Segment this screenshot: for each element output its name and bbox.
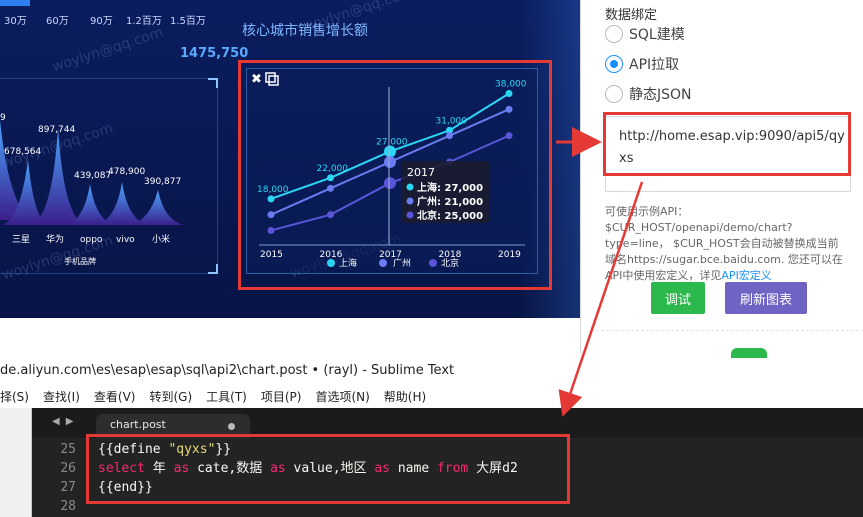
highlight-box-code (86, 434, 570, 504)
radio-static-json[interactable]: 静态JSON (605, 84, 692, 104)
radio-api[interactable]: API拉取 (605, 54, 679, 74)
brand-xlabel: 手机品牌 (64, 256, 96, 266)
api-macro-link[interactable]: API宏定义 (721, 269, 771, 282)
line-number: 28 (60, 499, 76, 514)
data-binding-title: 数据绑定 (605, 8, 658, 23)
menu-item-goto[interactable]: 转到(G) (149, 388, 192, 405)
brand-value: 678,564 (4, 147, 41, 157)
brand-category: 华为 (46, 233, 64, 245)
brand-value: 390,877 (144, 177, 181, 187)
top-value: 1475,750 (180, 46, 249, 61)
top-axis-bar (0, 0, 30, 6)
line-number: 27 (60, 480, 76, 495)
debug-button[interactable]: 调试 (651, 282, 705, 314)
tab-label[interactable]: chart.post (110, 418, 166, 431)
settings-panel: 数据绑定 SQL建模 API拉取 静态JSON http://home.esap… (580, 0, 863, 358)
sidebar-strip (0, 408, 32, 517)
brand-category: 小米 (152, 233, 170, 245)
brand-value: 478,900 (108, 167, 145, 177)
radio-label: API拉取 (629, 57, 680, 73)
brand-chart: 9 897,744 678,564 439,087 478,900 390,87… (0, 113, 184, 266)
radio-circle[interactable] (605, 55, 623, 73)
top-axis-tick: 90万 (90, 16, 113, 27)
growth-chart-title: 核心城市销售增长额 (242, 23, 368, 39)
sublime-window-title: de.aliyun.com\es\esap\esap\sql\api2\char… (0, 358, 863, 384)
radio-circle[interactable] (605, 25, 623, 43)
brand-value: 9 (0, 113, 6, 123)
menu-item-project[interactable]: 项目(P) (261, 388, 302, 405)
line-number: 26 (60, 461, 76, 476)
tab-nav-arrows-icon[interactable]: ◀▶ (52, 416, 79, 427)
peak (130, 190, 184, 225)
brand-value: 439,087 (74, 171, 111, 181)
radio-circle[interactable] (605, 85, 623, 103)
refresh-chart-button[interactable]: 刷新图表 (725, 282, 807, 314)
line-number: 25 (60, 442, 76, 457)
menu-item-tools[interactable]: 工具(T) (206, 388, 247, 405)
sublime-menu-bar: 择(S) 查找(I) 查看(V) 转到(G) 工具(T) 项目(P) 首选项(N… (0, 384, 863, 408)
top-axis-tick: 30万 (4, 16, 27, 27)
highlight-box-chart (238, 60, 552, 290)
line-number-gutter: 25 26 27 28 (44, 440, 84, 516)
highlight-box-url (603, 112, 851, 176)
menu-item-view[interactable]: 查看(V) (94, 388, 136, 405)
brand-value: 897,744 (38, 125, 75, 135)
menu-item-help[interactable]: 帮助(H) (384, 388, 426, 405)
divider (591, 330, 863, 331)
menu-item-preferences[interactable]: 首选项(N) (315, 388, 369, 405)
top-axis-tick: 1.5百万 (170, 16, 206, 27)
radio-label: 静态JSON (629, 87, 692, 103)
brand-category: vivo (116, 235, 135, 245)
api-hint: 可使用示例API：$CUR_HOST/openapi/demo/chart?ty… (605, 204, 845, 284)
radio-label: SQL建模 (629, 27, 685, 43)
radio-sql[interactable]: SQL建模 (605, 24, 685, 44)
brand-category: oppo (80, 235, 103, 245)
menu-item-find[interactable]: 查找(I) (43, 388, 80, 405)
top-axis-tick: 60万 (46, 16, 69, 27)
menu-item-selection[interactable]: 择(S) (0, 388, 29, 405)
watermark: woylyn@qq.com (50, 24, 166, 76)
unsaved-dot-icon[interactable] (228, 423, 235, 430)
peak (96, 182, 148, 225)
toggle-switch[interactable] (731, 348, 767, 358)
brand-category: 三星 (12, 234, 30, 245)
